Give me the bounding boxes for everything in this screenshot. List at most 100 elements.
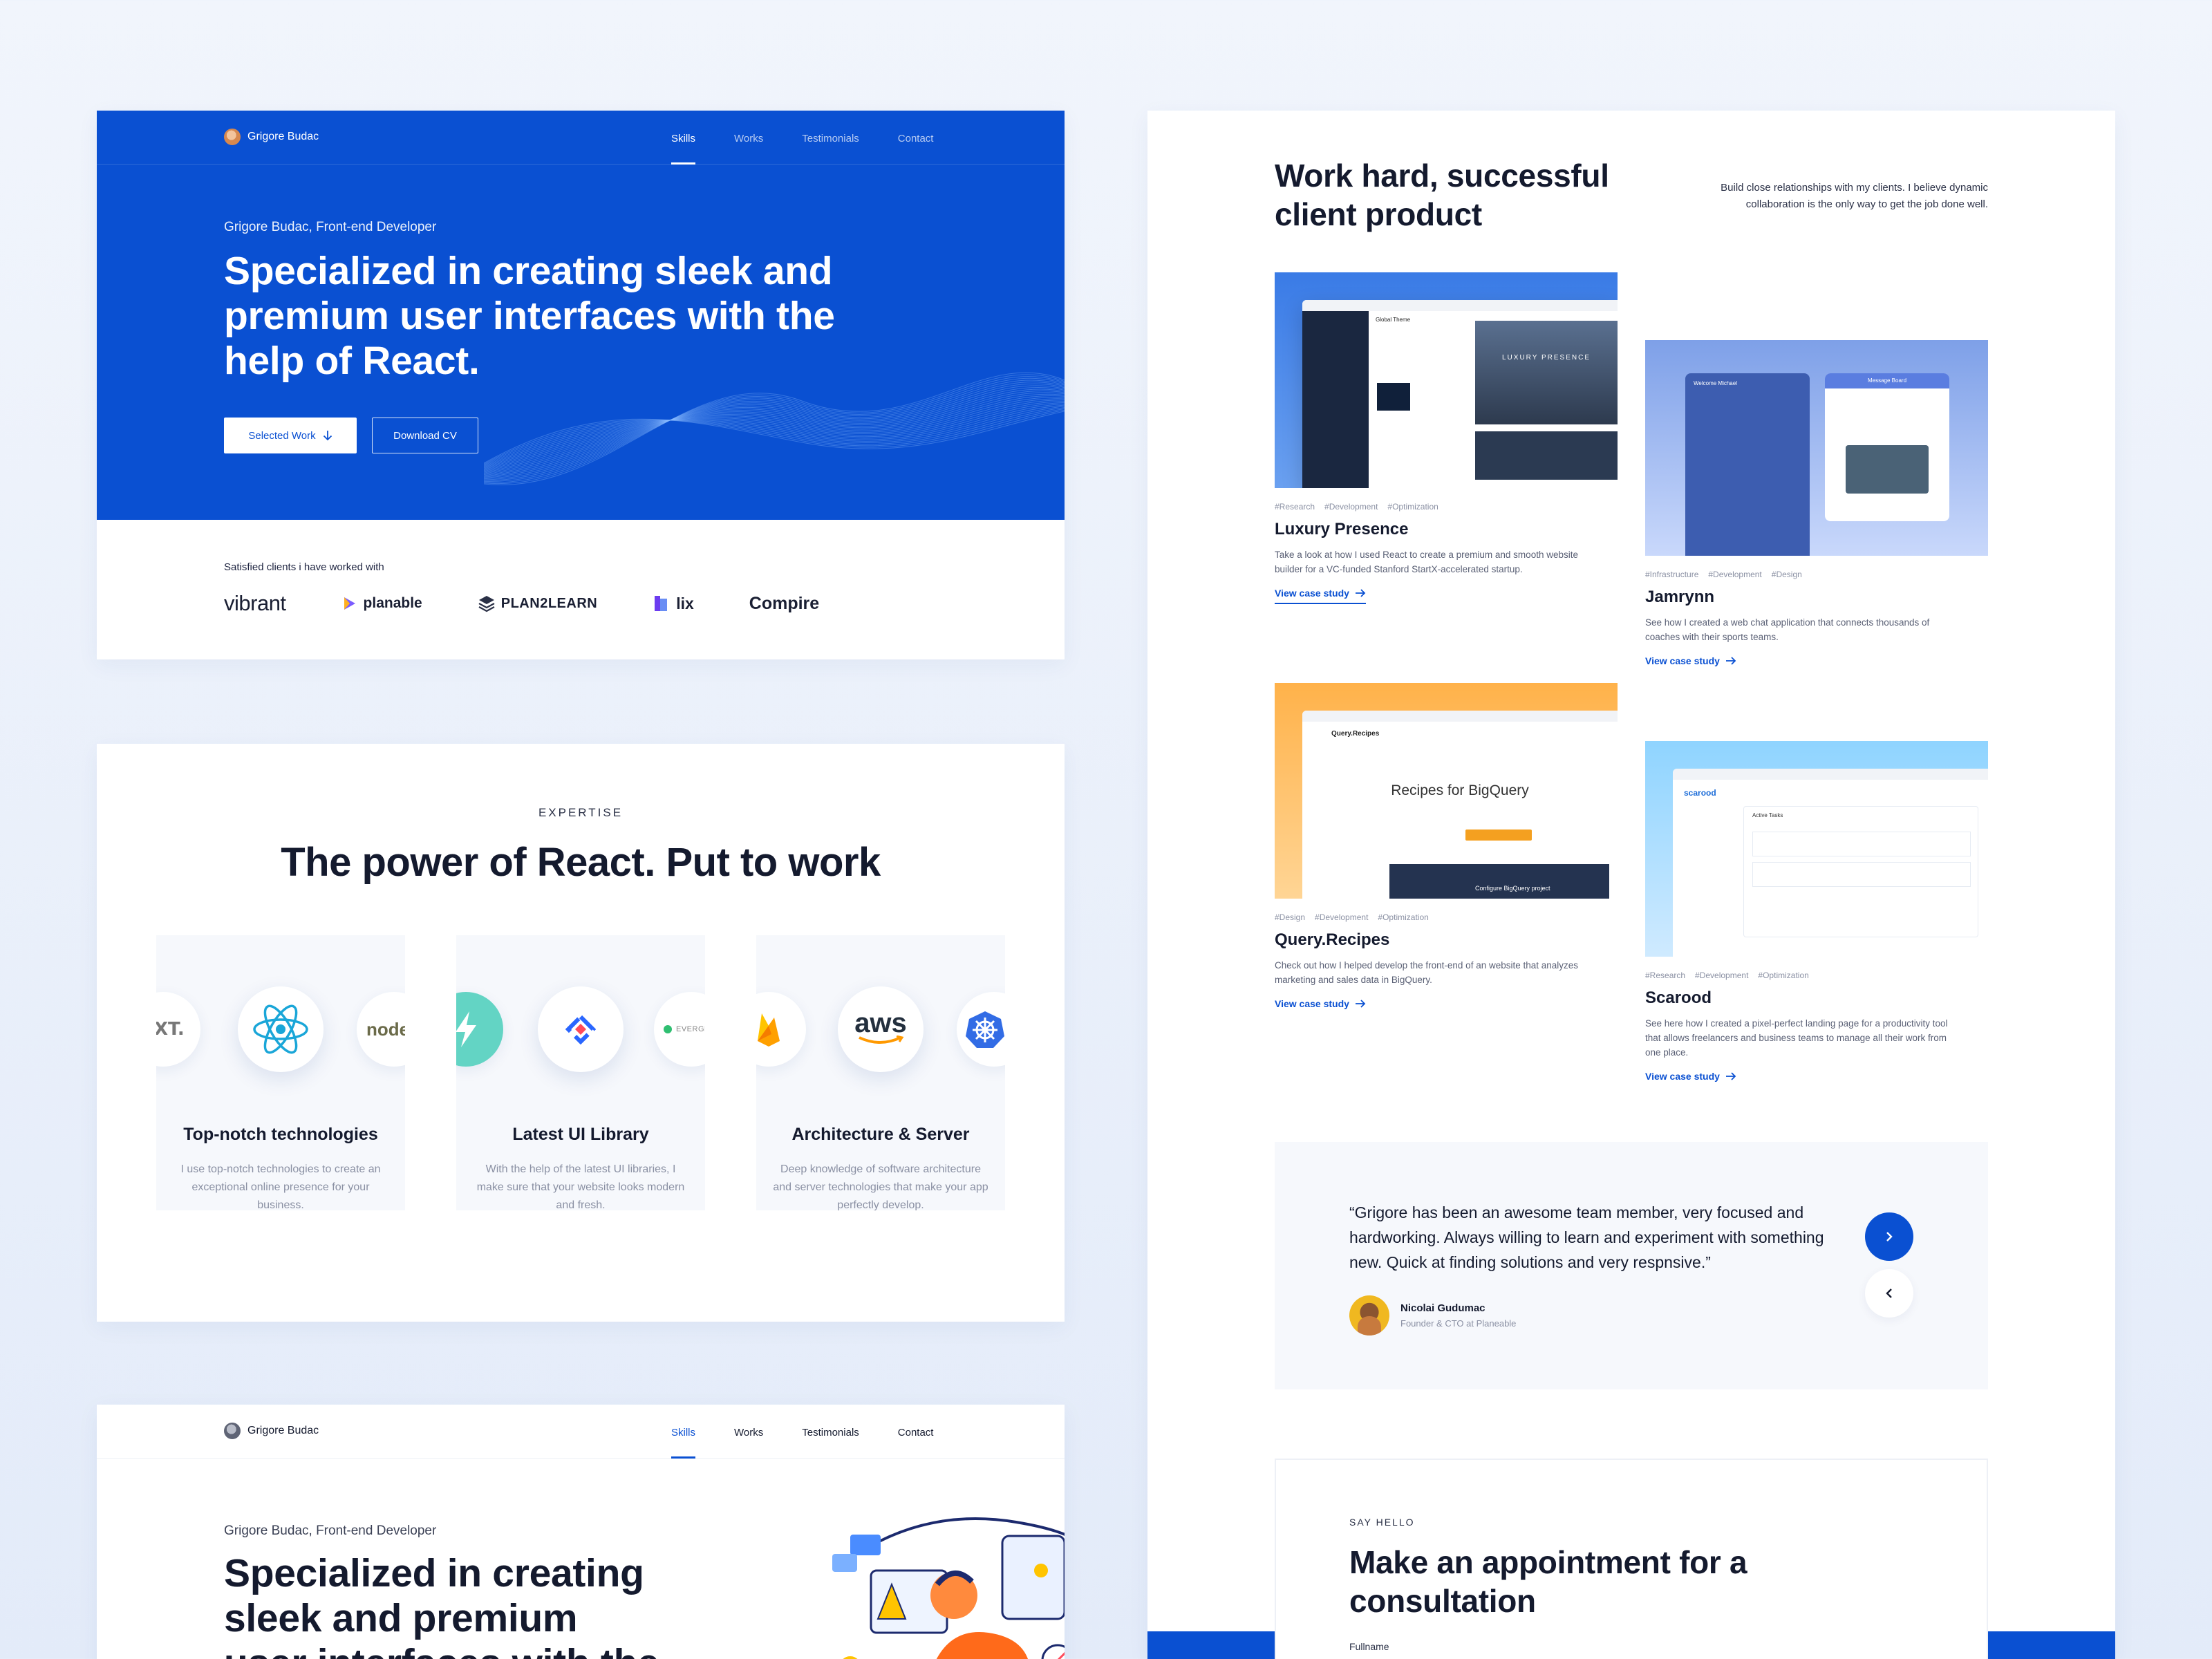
vibrant-logo-text: vibrant xyxy=(224,591,286,615)
evergreen-icon-text: EVERGRE xyxy=(676,1025,705,1033)
jira-icon xyxy=(538,986,624,1072)
works-title: Work hard, successful client product xyxy=(1275,158,1609,232)
view-case-study-link[interactable]: View case study xyxy=(1275,588,1366,604)
planable-logo: planable xyxy=(341,595,422,612)
avatar xyxy=(224,129,241,145)
project-name: Query.Recipes xyxy=(1275,930,1390,949)
lix-logo-text: lix xyxy=(676,594,694,612)
project-thumbnail[interactable]: Global Theme LUXURY PRESENCE xyxy=(1275,272,1618,488)
selected-work-button[interactable]: Selected Work xyxy=(224,418,357,453)
contact-eyebrow: SAY HELLO xyxy=(1349,1517,1415,1528)
browser-mockup: Query.Recipes Recipes for BigQuery Confi… xyxy=(1302,711,1618,899)
mock-headline: Recipes for BigQuery xyxy=(1391,782,1529,798)
aws-icon-text: aws xyxy=(854,1007,907,1038)
arrow-right-icon xyxy=(1355,589,1366,597)
developer-illustration xyxy=(832,1517,1065,1659)
nav-works[interactable]: Works xyxy=(715,111,782,165)
firebase-icon-svg xyxy=(758,1013,780,1047)
works-card: Work hard, successful client product Bui… xyxy=(1147,111,2115,1659)
nav-links: Skills Works Testimonials Contact xyxy=(652,1405,953,1459)
mock-photo xyxy=(1846,445,1929,494)
brand[interactable]: Grigore Budac xyxy=(224,129,319,145)
expertise-item: aws Architecture & Server Deep knowledge… xyxy=(756,935,1005,1210)
project-thumbnail[interactable]: scarood Active Tasks xyxy=(1645,741,1988,957)
project-card[interactable]: Query.Recipes Recipes for BigQuery Confi… xyxy=(1275,683,1618,1011)
arrow-right-icon xyxy=(1725,1072,1736,1080)
expertise-item: EVERGRE Latest UI Library With the help … xyxy=(456,935,705,1210)
mock-swatch xyxy=(1377,383,1410,411)
brand[interactable]: Grigore Budac xyxy=(224,1423,319,1439)
project-description: See here how I created a pixel-perfect l… xyxy=(1645,1018,1948,1058)
mock-panel-title: Global Theme xyxy=(1376,317,1411,323)
fullname-label: Fullname xyxy=(1349,1641,1389,1652)
tag: #Research xyxy=(1275,502,1315,512)
tag: #Infrastructure xyxy=(1645,570,1699,579)
next-testimonial-button[interactable] xyxy=(1865,1212,1913,1261)
view-case-study-link[interactable]: View case study xyxy=(1645,1071,1736,1082)
arrow-right-icon xyxy=(1725,657,1736,665)
nav-works[interactable]: Works xyxy=(715,1405,782,1459)
expertise-eyebrow: EXPERTISE xyxy=(538,806,624,819)
nav-testimonials[interactable]: Testimonials xyxy=(782,1405,879,1459)
brand-name: Grigore Budac xyxy=(247,1425,319,1436)
browser-bar xyxy=(1673,769,1988,780)
bolt-icon xyxy=(456,992,503,1067)
download-cv-button[interactable]: Download CV xyxy=(372,418,478,453)
view-case-study-link[interactable]: View case study xyxy=(1645,655,1736,666)
browser-bar xyxy=(1302,711,1618,722)
view-case-study-link[interactable]: View case study xyxy=(1275,998,1366,1009)
evergreen-icon: EVERGRE xyxy=(654,992,705,1067)
react-icon xyxy=(238,986,324,1072)
compire-logo-text: Compire xyxy=(749,593,820,613)
project-tags: #Design #Development #Optimization xyxy=(1275,912,1618,922)
mock-welcome-text: Welcome Michael xyxy=(1694,380,1737,386)
firebase-icon xyxy=(756,992,806,1067)
hero-title: Specialized in creating sleek and premiu… xyxy=(224,1551,659,1659)
nav-skills[interactable]: Skills xyxy=(652,1405,715,1459)
prev-testimonial-button[interactable] xyxy=(1865,1269,1913,1318)
project-name: Scarood xyxy=(1645,988,1712,1007)
nav-links: Skills Works Testimonials Contact xyxy=(652,111,953,165)
project-description: Take a look at how I used React to creat… xyxy=(1275,550,1578,574)
layers-icon xyxy=(478,596,495,612)
chevron-left-icon xyxy=(1886,1288,1892,1298)
hero-card-light: Grigore Budac Skills Works Testimonials … xyxy=(97,1405,1065,1659)
tag: #Design xyxy=(1771,570,1802,579)
tag: #Development xyxy=(1695,971,1749,980)
avatar xyxy=(1349,1295,1389,1335)
planable-logo-text: planable xyxy=(363,595,422,611)
chevron-right-icon xyxy=(1886,1232,1893,1241)
contact-title: Make an appointment for a consultation xyxy=(1349,1544,1747,1619)
top-nav: Grigore Budac Skills Works Testimonials … xyxy=(97,111,1065,165)
nextjs-icon-text: EXT. xyxy=(156,1019,185,1040)
brand-name: Grigore Budac xyxy=(247,131,319,142)
author-role: Founder & CTO at Planeable xyxy=(1400,1318,1517,1329)
nav-skills[interactable]: Skills xyxy=(652,111,715,165)
hero-title: Specialized in creating sleek and premiu… xyxy=(224,249,835,383)
works-intro: Build close relationships with my client… xyxy=(1721,182,1988,210)
cta-label: View case study xyxy=(1275,588,1349,599)
nav-contact[interactable]: Contact xyxy=(879,111,953,165)
aws-smile-icon xyxy=(859,1035,904,1044)
project-card[interactable]: scarood Active Tasks #Research #Developm… xyxy=(1645,741,1988,1083)
arrow-down-icon xyxy=(323,431,332,441)
nav-testimonials[interactable]: Testimonials xyxy=(782,111,879,165)
project-name: Jamrynn xyxy=(1645,588,1715,606)
project-thumbnail[interactable]: Query.Recipes Recipes for BigQuery Confi… xyxy=(1275,683,1618,899)
tag: #Development xyxy=(1324,502,1378,512)
react-icon-svg xyxy=(253,1004,308,1054)
nav-contact[interactable]: Contact xyxy=(879,1405,953,1459)
bolt-icon-svg xyxy=(456,1011,476,1047)
jira-icon-svg xyxy=(565,1014,596,1044)
project-card[interactable]: Global Theme LUXURY PRESENCE #Research #… xyxy=(1275,272,1618,604)
project-thumbnail[interactable]: Welcome Michael Message Board xyxy=(1645,340,1988,556)
project-card[interactable]: Welcome Michael Message Board #Infrastru… xyxy=(1645,340,1988,668)
kubernetes-icon-svg xyxy=(966,1011,1004,1048)
mock-logo-text: scarood xyxy=(1684,788,1716,798)
arrow-right-icon xyxy=(1355,1000,1366,1008)
mock-message-board-title: Message Board xyxy=(1825,373,1949,388)
client-logos: vibrant planable PLAN2LEARN lix Compire xyxy=(224,591,874,616)
expertise-card: EXPERTISE The power of React. Put to wor… xyxy=(97,744,1065,1322)
hero-card: Grigore Budac Skills Works Testimonials … xyxy=(97,111,1065,659)
aws-logo: aws xyxy=(854,1007,907,1049)
